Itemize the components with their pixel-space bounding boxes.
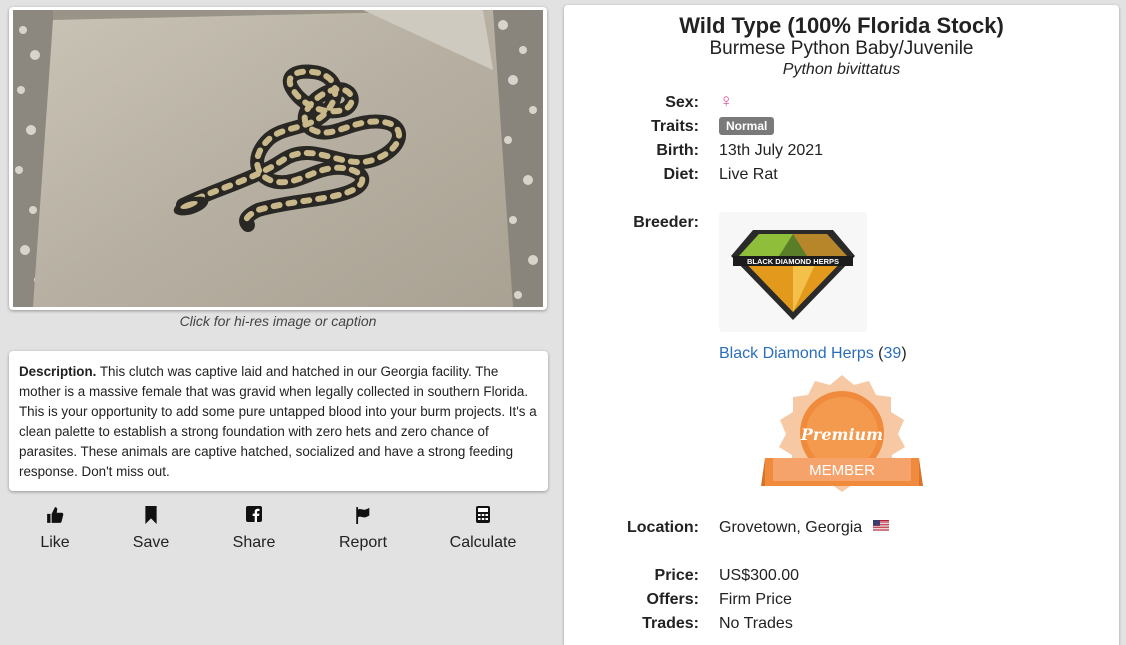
- description-text: Description. This clutch was captive lai…: [19, 362, 539, 482]
- trades-value: No Trades: [719, 615, 793, 632]
- breeder-logo[interactable]: BLACK DIAMOND HERPS: [719, 212, 867, 332]
- description-card: Description. This clutch was captive lai…: [9, 351, 548, 491]
- location-value: Grovetown, Georgia: [719, 519, 863, 537]
- photo-caption: Click for hi-res image or caption: [179, 313, 377, 329]
- listing-photo-card[interactable]: [9, 7, 547, 310]
- listing-title: Wild Type (100% Florida Stock): [679, 13, 1004, 38]
- breeder-listing-count[interactable]: 39: [884, 345, 902, 362]
- thumbs-up-icon: [34, 506, 76, 528]
- diet-label: Diet:: [663, 166, 699, 183]
- latin-name: Python bivittatus: [782, 61, 901, 78]
- calculator-icon: [446, 506, 520, 528]
- offers-value: Firm Price: [719, 591, 792, 608]
- save-label: Save: [132, 534, 170, 551]
- like-label: Like: [40, 534, 70, 551]
- report-label: Report: [338, 534, 388, 551]
- female-icon: ♀: [719, 91, 734, 112]
- calculate-label: Calculate: [449, 534, 517, 551]
- trades-label: Trades:: [642, 615, 699, 632]
- breeder-logo-text: BLACK DIAMOND HERPS: [747, 257, 839, 266]
- price-label: Price:: [654, 567, 699, 584]
- breeder-name-link[interactable]: Black Diamond Herps: [719, 345, 874, 362]
- snake-photo[interactable]: [13, 10, 543, 307]
- location-label: Location:: [627, 519, 699, 536]
- share-label: Share: [232, 534, 276, 551]
- offers-label: Offers:: [646, 591, 699, 608]
- birth-label: Birth:: [656, 142, 699, 159]
- birth-value: 13th July 2021: [719, 142, 824, 159]
- facebook-icon: [228, 506, 280, 528]
- save-button[interactable]: Save: [128, 506, 174, 552]
- premium-member-badge: Premium MEMBER: [761, 375, 923, 510]
- listing-details-panel: Wild Type (100% Florida Stock) Burmese P…: [564, 5, 1119, 645]
- share-button[interactable]: Share: [228, 506, 280, 552]
- traits-label: Traits:: [650, 118, 699, 135]
- description-body: This clutch was captive laid and hatched…: [19, 364, 537, 479]
- price-value: US$300.00: [719, 567, 800, 584]
- bookmark-icon: [128, 506, 174, 528]
- report-button[interactable]: Report: [334, 506, 392, 552]
- calculate-button[interactable]: Calculate: [446, 506, 520, 552]
- premium-bottom-text: MEMBER: [809, 462, 875, 479]
- sex-label: Sex:: [665, 94, 699, 111]
- location-row: Grovetown, Georgia: [719, 519, 889, 537]
- breeder-label: Breeder:: [633, 214, 699, 231]
- us-flag-icon: [872, 518, 889, 536]
- premium-top-text: Premium: [800, 425, 883, 444]
- like-button[interactable]: Like: [34, 506, 76, 552]
- trait-badge[interactable]: Normal: [719, 117, 775, 135]
- flag-icon: [334, 506, 392, 528]
- description-label: Description.: [19, 364, 97, 379]
- diet-value: Live Rat: [719, 166, 778, 183]
- breeder-link-row: Black Diamond Herps (39): [719, 345, 907, 362]
- listing-subtitle: Burmese Python Baby/Juvenile: [709, 38, 974, 59]
